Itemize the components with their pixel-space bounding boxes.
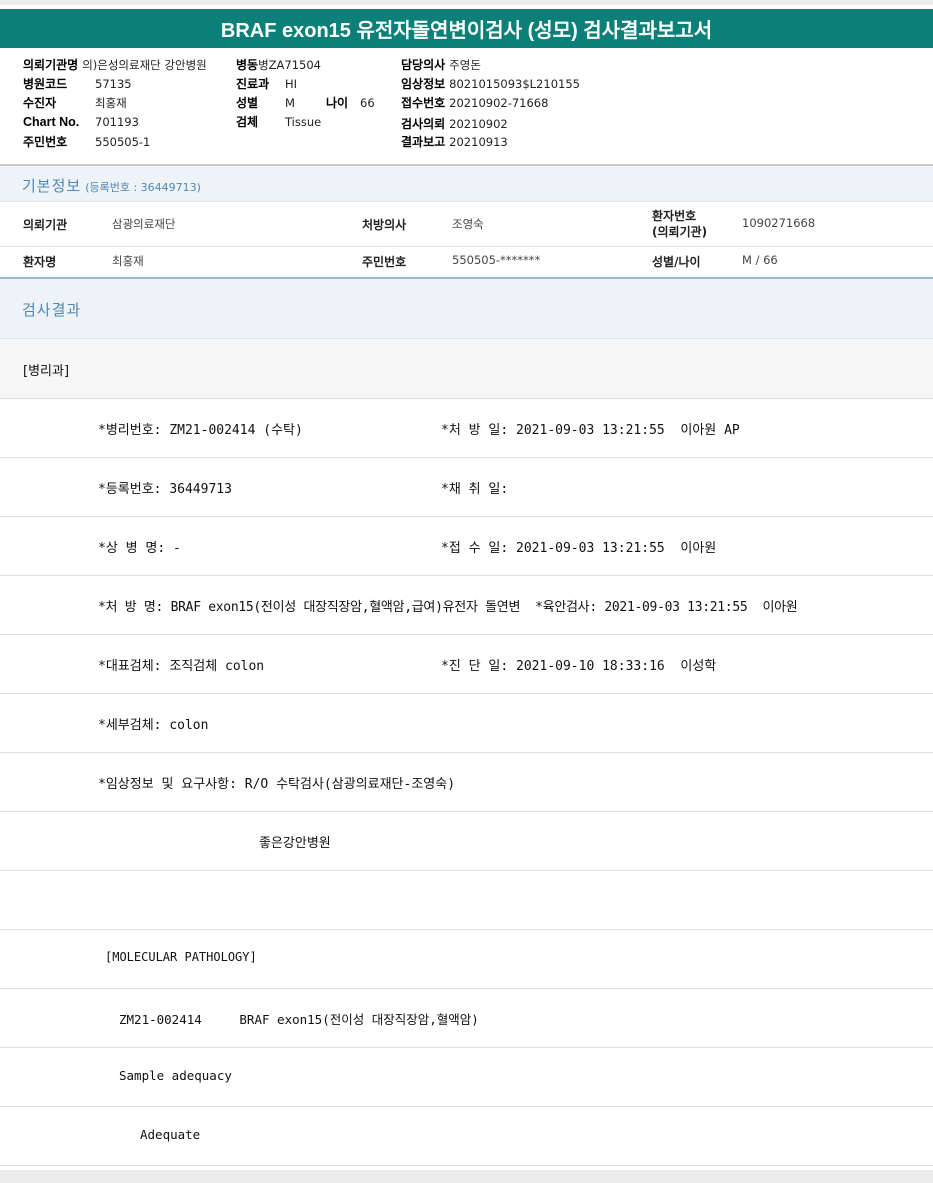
result-row: Sample adequacy xyxy=(0,1048,933,1107)
report-header: 의뢰기관명 의)은성의료재단 강안병원 병동 병ZA71504 담당의사 주영돈… xyxy=(0,52,933,164)
result-row: *세부검체: colon xyxy=(0,694,933,753)
result-row: *병리번호: ZM21-002414 (수탁) *처 방 일: 2021-09-… xyxy=(0,399,933,458)
result-row: ZM21-002414 BRAF exon15(전이성 대장직장암,혈액암) xyxy=(0,989,933,1048)
basic-info-row: 의뢰기관 삼광의료재단 처방의사 조영숙 환자번호 (의뢰기관) 1090271… xyxy=(0,202,933,247)
molecular-test-line: ZM21-002414 BRAF exon15(전이성 대장직장암,혈액암) xyxy=(119,1012,479,1027)
specimen: 검체 Tissue xyxy=(236,115,322,129)
result-row-empty xyxy=(0,871,933,930)
report-date: 결과보고 20210913 xyxy=(401,135,508,149)
result-row: [병리과] xyxy=(0,339,933,399)
request-date: 검사의뢰 20210902 xyxy=(401,117,508,131)
result-row: *등록번호: 36449713 *채 취 일: xyxy=(0,458,933,517)
results-header: 검사결과 xyxy=(0,279,933,339)
result-row: [MOLECULAR PATHOLOGY] xyxy=(0,930,933,989)
registration-number: (등록번호 : 36449713) xyxy=(85,181,201,194)
clinical-info: 임상정보 8021015093$L210155 xyxy=(401,77,580,91)
department: 진료과 HI xyxy=(236,77,298,91)
age: 나이 66 xyxy=(326,96,375,110)
resident-no: 주민번호 550505-1 xyxy=(23,135,151,149)
report-title: BRAF exon15 유전자돌연변이검사 (성모) 검사결과보고서 xyxy=(0,9,933,48)
requesting-inst: 의뢰기관명 의)은성의료재단 강안병원 xyxy=(23,58,207,72)
molecular-pathology-header: [MOLECULAR PATHOLOGY] xyxy=(105,950,257,964)
hospital-name: 좋은강안병원 xyxy=(259,836,331,851)
hospital-code: 병원코드 57135 xyxy=(23,77,132,91)
basic-info-title: 기본정보 xyxy=(22,177,82,195)
result-row: 좋은강안병원 xyxy=(0,812,933,871)
basic-info-header: 기본정보 (등록번호 : 36449713) xyxy=(0,166,933,202)
basic-info-row: 환자명 최홍재 주민번호 550505-******* 성별/나이 M / 66 xyxy=(23,253,778,269)
result-row: *상 병 명: - *접 수 일: 2021-09-03 13:21:55 이아… xyxy=(0,517,933,576)
ward: 병동 병ZA71504 xyxy=(236,58,322,72)
result-row: *임상정보 및 요구사항: R/O 수탁검사(삼광의료재단-조영숙) xyxy=(0,753,933,812)
sample-adequacy-label: Sample adequacy xyxy=(119,1068,232,1083)
result-row: Adequate xyxy=(0,1107,933,1166)
bottom-divider xyxy=(0,1170,933,1183)
result-row: *대표검체: 조직검체 colon *진 단 일: 2021-09-10 18:… xyxy=(0,635,933,694)
results-title: 검사결과 xyxy=(22,301,82,319)
result-row: *처 방 명: BRAF exon15(전이성 대장직장암,혈액암,급여)유전자… xyxy=(0,576,933,635)
doctor: 담당의사 주영돈 xyxy=(401,58,481,72)
recipient: 수진자 최홍재 xyxy=(23,96,127,110)
top-divider xyxy=(0,0,933,5)
sex: 성별 M xyxy=(236,96,295,110)
department-label: [병리과] xyxy=(23,364,70,379)
receipt-no: 접수번호 20210902-71668 xyxy=(401,96,549,110)
sample-adequacy-value: Adequate xyxy=(140,1127,201,1142)
chart-no: Chart No. 701193 xyxy=(23,115,139,129)
